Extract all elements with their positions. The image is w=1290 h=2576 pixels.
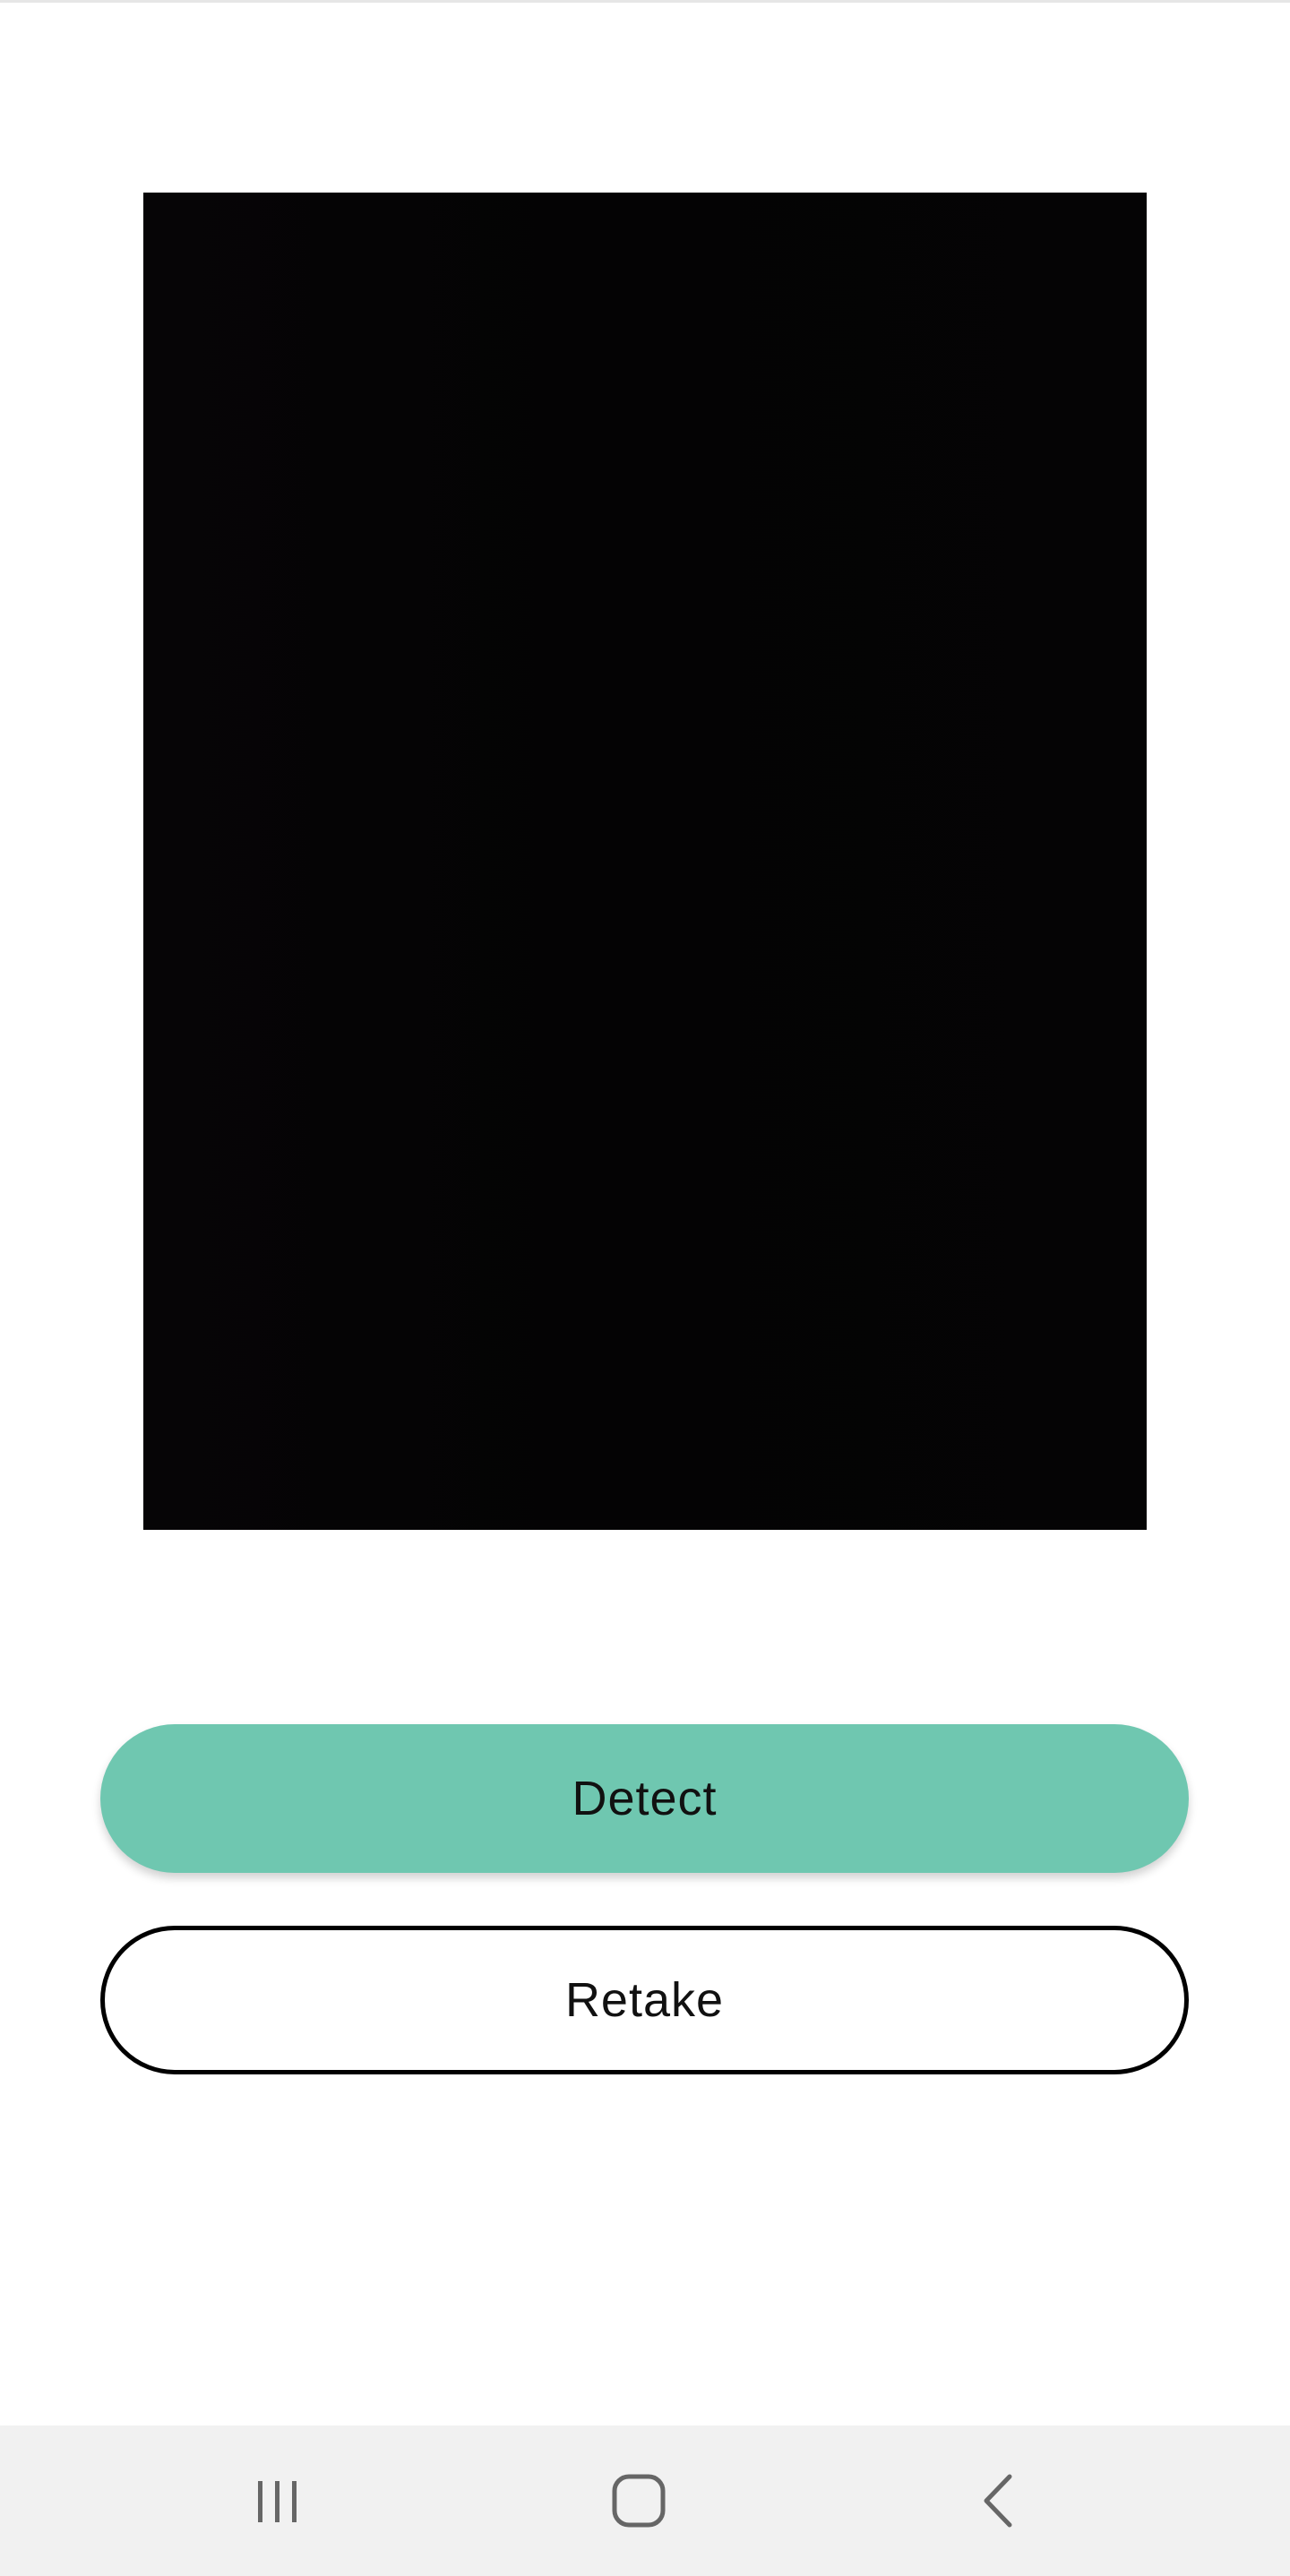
status-divider	[0, 0, 1290, 3]
retake-button[interactable]: Retake	[100, 1926, 1189, 2074]
recents-icon	[258, 2481, 297, 2522]
detect-button[interactable]: Detect	[100, 1724, 1189, 1873]
home-button[interactable]	[558, 2426, 719, 2576]
back-button[interactable]	[918, 2426, 1079, 2576]
detect-button-label: Detect	[572, 1772, 718, 1825]
captured-image-preview	[143, 193, 1147, 1530]
recents-button[interactable]	[197, 2426, 358, 2576]
system-navigation-bar	[0, 2426, 1290, 2576]
home-icon	[612, 2474, 666, 2528]
retake-button-label: Retake	[564, 1973, 725, 2027]
back-icon	[984, 2474, 1012, 2528]
